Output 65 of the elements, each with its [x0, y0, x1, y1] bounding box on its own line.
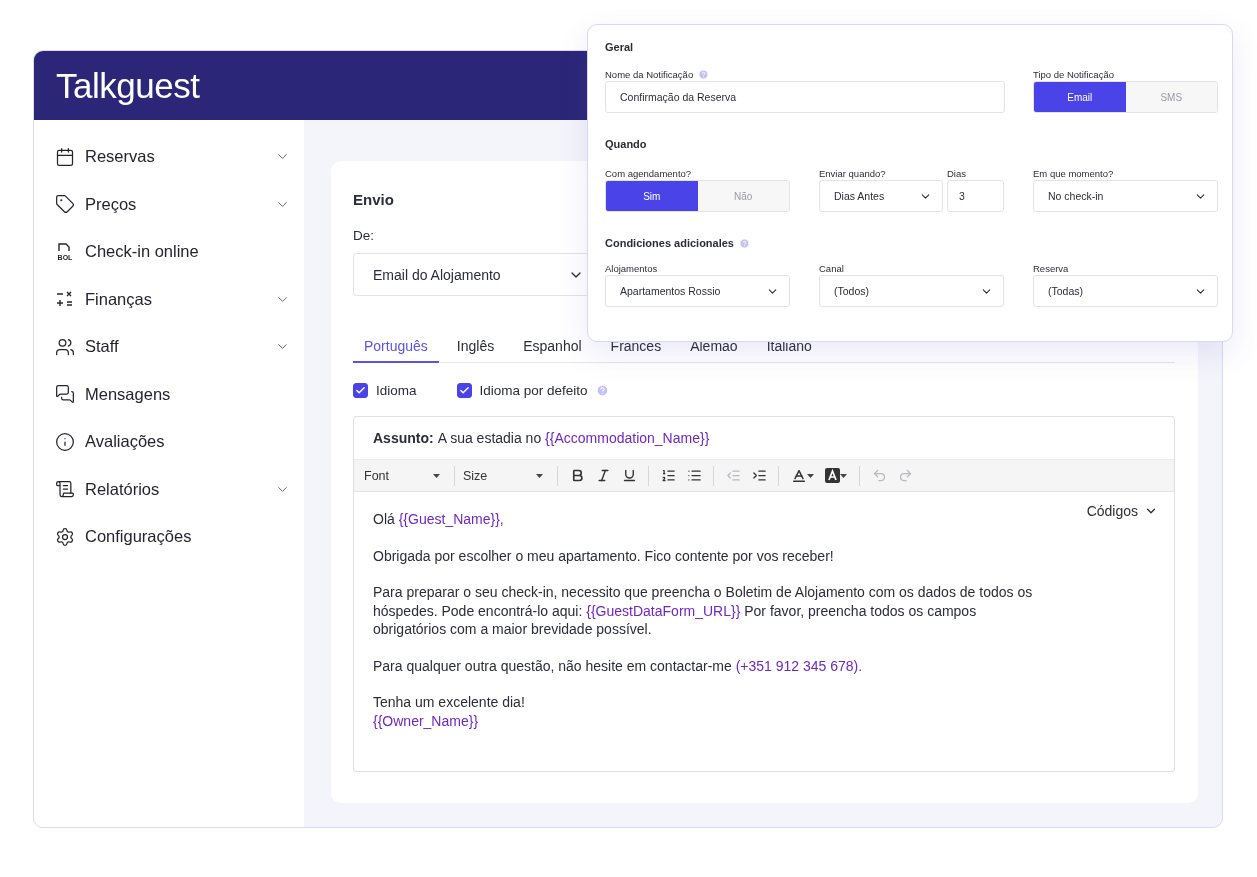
checkbox-label: Idioma por defeito: [479, 383, 588, 398]
field-label: Em que momento?: [1033, 166, 1115, 180]
checkbox[interactable]: [353, 383, 368, 398]
field-label: Reserva: [1033, 261, 1070, 275]
sidebar-item[interactable]: Staff: [55, 323, 290, 371]
field-label: Canal: [819, 261, 845, 275]
field-label: Dias: [947, 166, 967, 180]
sidebar-item[interactable]: Relatórios: [55, 465, 290, 513]
info-icon: [55, 431, 75, 452]
field-label: Enviar quando?: [819, 166, 887, 180]
message-paragraph: Para qualquer outra questão, não hesite em contactar-me (+351 912 345 678).: [373, 656, 864, 675]
users-icon: [55, 336, 75, 357]
message-paragraph: Tenha um excelente dia! {{Owner_Name}}: [373, 693, 526, 730]
sidebar-item[interactable]: Finanças: [55, 275, 290, 323]
font-dropdown[interactable]: Font: [364, 468, 446, 483]
subject-text: A sua estadia no {{Accommodation_Name}}: [437, 430, 710, 446]
scroll-icon: [55, 479, 75, 500]
help-icon: [595, 384, 609, 397]
section-title: Quando: [605, 138, 648, 150]
message-paragraph: Para preparar o seu check-in, necessito que preencha o Boletim de Alojamento com os dados de todos os hóspedes. Pode encontrá-lo aqui: {{GuestDataForm_URL}} Por favor, preencha todos os campos obrigatórios com a maior brevidade possível.: [373, 583, 1033, 639]
toggle-option[interactable]: Email: [1034, 82, 1126, 112]
sidebar-item[interactable]: Configurações: [55, 513, 290, 561]
message-paragraph: Olá {{Guest_Name}},: [373, 510, 505, 529]
logo: Talkguest: [56, 65, 200, 106]
subject-label: Assunto:: [373, 430, 434, 446]
caret-icon: [806, 473, 814, 478]
condition-select[interactable]: Apartamentos Rossio: [605, 275, 790, 307]
send-select[interactable]: Dias Antes: [819, 180, 943, 212]
section-title: Geral: [605, 41, 635, 53]
help-icon: [739, 237, 750, 249]
caret-icon: [840, 473, 847, 478]
input-field[interactable]: 3: [947, 180, 1004, 212]
moment-select[interactable]: No check-in: [1033, 180, 1218, 212]
caret-icon: [536, 473, 543, 478]
field-label: Com agendamento?: [605, 166, 693, 180]
codes-dropdown[interactable]: Códigos: [1086, 502, 1158, 521]
size-dropdown[interactable]: Size: [463, 468, 549, 483]
check-icon: [458, 385, 470, 396]
settings-icon: [55, 526, 75, 547]
caret-icon: [433, 473, 440, 478]
tag-icon: [55, 194, 75, 215]
sidebar-item[interactable]: Avaliações: [55, 418, 290, 466]
input-field[interactable]: Confirmação da Reserva: [605, 81, 1005, 113]
field-label: Alojamentos: [605, 261, 659, 275]
chat-icon: [55, 384, 75, 405]
check-icon: [355, 385, 366, 396]
section-title: Condiciones adicionales: [605, 237, 734, 249]
language-tab[interactable]: Inglês: [445, 333, 506, 363]
checkbox-label: Idioma: [376, 383, 417, 398]
field-label: Nome da Notificação: [605, 68, 694, 80]
condition-select[interactable]: (Todos): [819, 275, 1004, 307]
sidebar-item[interactable]: Mensagens: [55, 370, 290, 418]
language-tab[interactable]: Espanhol: [512, 333, 593, 363]
calendar-icon: [55, 146, 75, 167]
message-paragraph: Obrigada por escolher o meu apartamento. Fico contente por vos receber!: [373, 546, 835, 565]
condition-select[interactable]: (Todas): [1033, 275, 1218, 307]
help-icon: [698, 68, 710, 80]
checkbox[interactable]: [456, 383, 472, 398]
sidebar-item[interactable]: Reservas: [55, 133, 290, 181]
section-title: Envio: [353, 191, 394, 208]
toggle-option[interactable]: Sim: [606, 181, 698, 211]
language-tab[interactable]: Português: [353, 333, 439, 363]
field-label: De:: [353, 228, 374, 243]
field-label: Tipo de Notificação: [1033, 67, 1115, 81]
sidebar-item[interactable]: Preços: [55, 180, 290, 228]
